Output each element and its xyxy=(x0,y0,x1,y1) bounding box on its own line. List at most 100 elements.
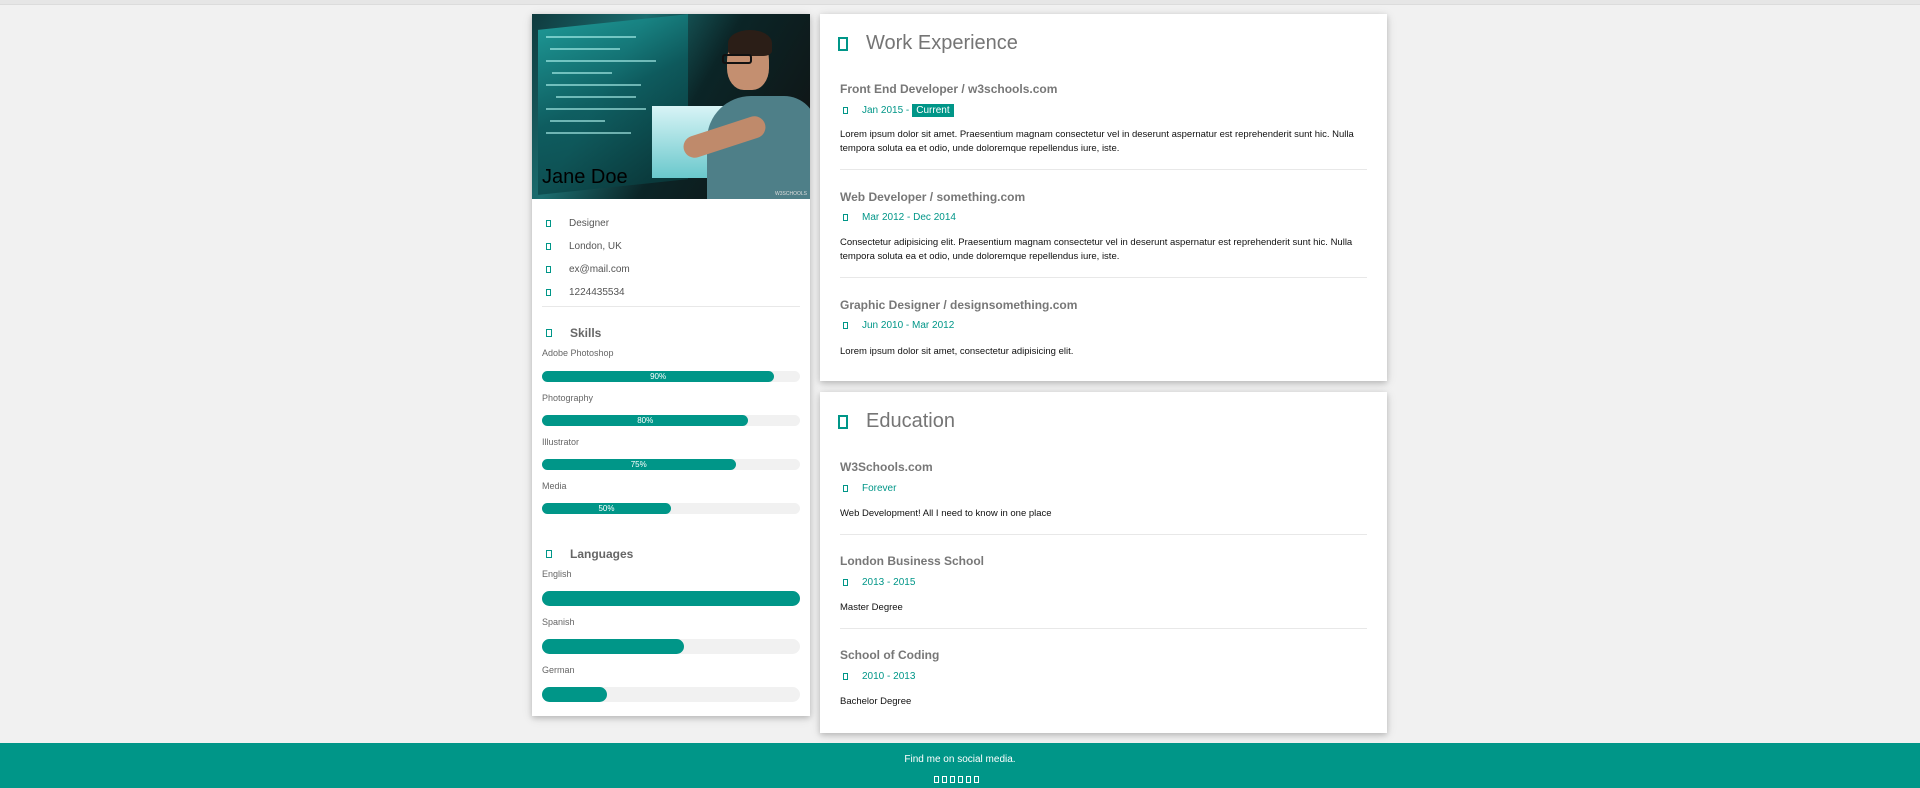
language-bar-fill xyxy=(542,639,684,654)
skills-heading-text: Skills xyxy=(570,326,602,340)
profile-name: Jane Doe xyxy=(542,166,628,188)
envelope-icon xyxy=(546,265,551,273)
skill-label: Media xyxy=(542,481,567,491)
school-date: 2013 - 2015 xyxy=(840,577,915,588)
languages-heading: Languages xyxy=(542,547,633,561)
photo-code-line xyxy=(546,60,656,62)
calendar-icon xyxy=(843,673,848,680)
divider xyxy=(840,534,1367,535)
education-heading-text: Education xyxy=(866,410,955,432)
language-bar-fill xyxy=(542,687,607,702)
job-date: Jan 2015 - Current xyxy=(840,104,954,117)
job-title: Web Developer / something.com xyxy=(840,190,1026,204)
skill-bar: 50% xyxy=(542,503,800,514)
language-label: English xyxy=(542,569,572,579)
job-date: Mar 2012 - Dec 2014 xyxy=(840,212,956,223)
skill-bar: 90% xyxy=(542,371,800,382)
skills-heading: Skills xyxy=(542,326,601,340)
photo-code-line xyxy=(550,48,620,50)
divider xyxy=(840,277,1367,278)
school-description: Master Degree xyxy=(840,602,903,613)
language-bar-fill xyxy=(542,591,800,606)
job-title: Front End Developer / w3schools.com xyxy=(840,82,1058,96)
language-bar xyxy=(542,639,800,654)
linkedin-icon[interactable] xyxy=(974,776,979,783)
profile-photo: W3SCHOOLS Jane Doe xyxy=(532,14,810,199)
calendar-icon xyxy=(843,107,848,114)
info-job: Designer xyxy=(542,215,609,231)
info-email-text: ex@mail.com xyxy=(569,263,630,275)
calendar-icon xyxy=(843,214,848,221)
photo-person-hair xyxy=(728,30,772,56)
info-location: London, UK xyxy=(542,238,622,254)
work-heading-text: Work Experience xyxy=(866,32,1018,54)
photo-code-line xyxy=(546,132,631,134)
info-phone: 1224435534 xyxy=(542,284,625,300)
school-date: 2010 - 2013 xyxy=(840,671,915,682)
profile-card: W3SCHOOLS Jane Doe Designer London, UK e… xyxy=(532,14,810,716)
school-title: School of Coding xyxy=(840,648,940,662)
job-title: Graphic Designer / designsomething.com xyxy=(840,298,1078,312)
school-date: Forever xyxy=(840,483,896,494)
work-heading: Work Experience xyxy=(838,32,1018,55)
job-description: Lorem ipsum dolor sit amet, consectetur … xyxy=(840,346,1074,357)
skill-label: Adobe Photoshop xyxy=(542,348,614,358)
info-phone-text: 1224435534 xyxy=(569,286,625,298)
skill-bar: 75% xyxy=(542,459,800,470)
calendar-icon xyxy=(843,485,848,492)
skill-label: Photography xyxy=(542,393,594,403)
home-icon xyxy=(546,242,551,250)
school-description: Bachelor Degree xyxy=(840,696,912,707)
calendar-icon xyxy=(843,322,848,329)
language-label: German xyxy=(542,665,575,675)
school-date-text: 2013 - 2015 xyxy=(862,577,916,588)
education-card: Education W3Schools.com Forever Web Deve… xyxy=(820,392,1387,733)
divider xyxy=(840,628,1367,629)
photo-code-line xyxy=(556,96,636,98)
browser-top-edge xyxy=(0,0,1920,5)
language-label: Spanish xyxy=(542,617,575,627)
globe-icon xyxy=(546,550,552,558)
photo-code-line xyxy=(552,72,612,74)
school-date-text: 2010 - 2013 xyxy=(862,671,916,682)
instagram-icon[interactable] xyxy=(942,776,947,783)
facebook-icon[interactable] xyxy=(934,776,939,783)
briefcase-icon xyxy=(546,219,551,227)
suitcase-icon xyxy=(838,36,848,51)
asterisk-icon xyxy=(546,329,552,337)
job-date-text: Jun 2010 - Mar 2012 xyxy=(862,320,955,331)
calendar-icon xyxy=(843,579,848,586)
education-heading: Education xyxy=(838,410,955,433)
photo-code-line xyxy=(546,36,636,38)
job-date: Jun 2010 - Mar 2012 xyxy=(840,320,954,331)
languages-heading-text: Languages xyxy=(570,547,634,561)
job-description: Consectetur adipisicing elit. Praesentiu… xyxy=(840,237,1353,262)
school-title: W3Schools.com xyxy=(840,460,933,474)
certificate-icon xyxy=(838,414,848,429)
social-icons xyxy=(934,776,979,783)
footer: Find me on social media. xyxy=(0,743,1920,788)
skill-bar-fill: 80% xyxy=(542,415,749,426)
pinterest-icon[interactable] xyxy=(958,776,963,783)
current-badge: Current xyxy=(912,104,954,117)
skill-bar: 80% xyxy=(542,415,800,426)
work-experience-card: Work Experience Front End Developer / w3… xyxy=(820,14,1387,381)
photo-code-line xyxy=(546,84,641,86)
photo-credit: W3SCHOOLS xyxy=(775,191,807,197)
info-job-text: Designer xyxy=(569,217,610,229)
photo-code-line xyxy=(550,120,605,122)
footer-text: Find me on social media. xyxy=(904,754,1016,765)
school-title: London Business School xyxy=(840,554,985,568)
twitter-icon[interactable] xyxy=(966,776,971,783)
info-email: ex@mail.com xyxy=(542,261,630,277)
language-bar xyxy=(542,687,800,702)
skill-bar-fill: 90% xyxy=(542,371,775,382)
language-bar xyxy=(542,591,800,606)
info-location-text: London, UK xyxy=(569,240,622,252)
job-date-text: Mar 2012 - Dec 2014 xyxy=(862,212,956,223)
skill-bar-fill: 75% xyxy=(542,459,736,470)
photo-person-glasses xyxy=(722,54,752,64)
school-date-text: Forever xyxy=(862,483,897,494)
divider xyxy=(542,306,800,307)
snapchat-icon[interactable] xyxy=(950,776,955,783)
